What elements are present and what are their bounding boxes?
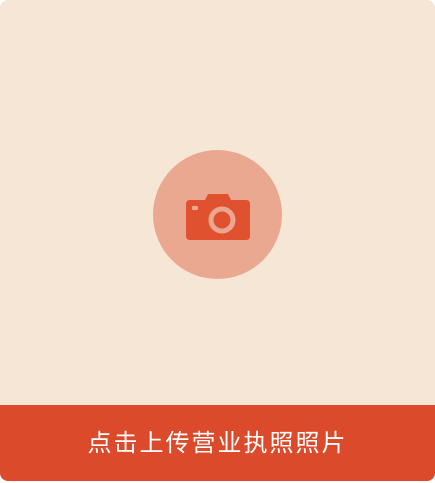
upload-area[interactable] [0, 0, 435, 405]
upload-button-label: 点击上传营业执照照片 [87, 429, 348, 457]
camera-icon [185, 190, 250, 240]
upload-button-bar[interactable]: 点击上传营业执照照片 [0, 405, 435, 481]
business-license-upload-card[interactable]: 点击上传营业执照照片 [0, 0, 435, 481]
camera-button[interactable] [153, 150, 282, 279]
